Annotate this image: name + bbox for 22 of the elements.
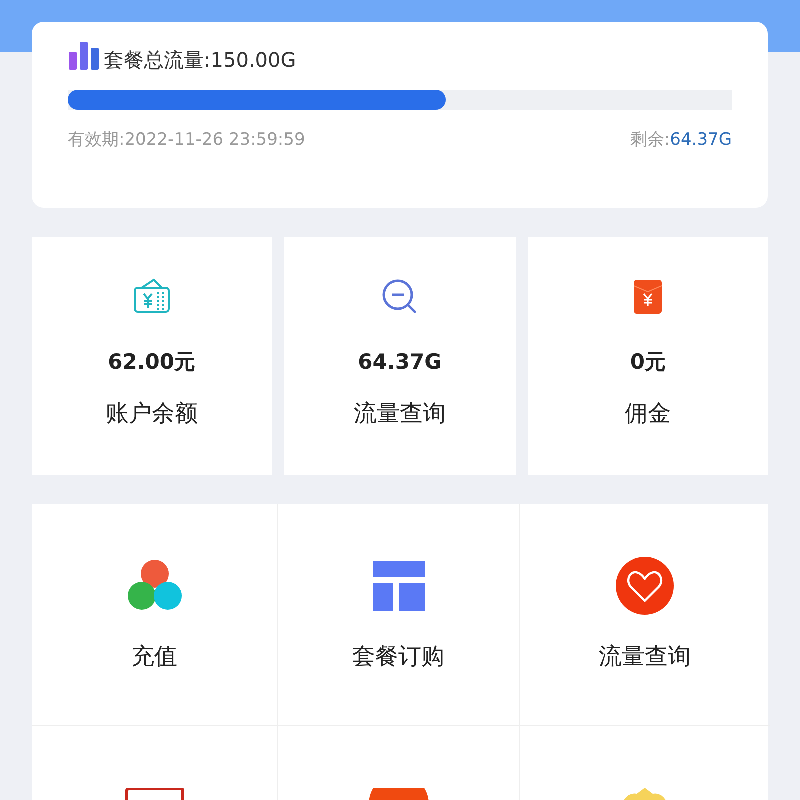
stat-card[interactable]: 0元 佣金 xyxy=(528,237,768,475)
layout-icon xyxy=(372,561,424,611)
menu-label: 充值 xyxy=(132,643,178,672)
envelope-icon xyxy=(634,280,662,314)
stat-label: 账户余额 xyxy=(106,400,198,428)
stat-label: 佣金 xyxy=(625,400,672,428)
menu-item[interactable]: 流量查询 xyxy=(520,504,770,726)
validity-text: 有效期:2022-11-26 23:59:59 xyxy=(68,129,306,152)
stat-card[interactable]: 64.37G 流量查询 xyxy=(284,237,516,475)
menu-label: 套餐订购 xyxy=(352,643,444,672)
menu-label: 流量查询 xyxy=(599,643,691,672)
menu-item[interactable]: 充值 xyxy=(32,504,278,726)
plan-title: 套餐总流量:150.00G xyxy=(104,50,296,70)
stat-value: 64.37G xyxy=(358,349,442,376)
menu-item[interactable]: 套餐订购 xyxy=(278,504,520,726)
bar-chart-icon xyxy=(68,42,100,70)
stat-label: 流量查询 xyxy=(354,400,446,428)
ticket-icon xyxy=(132,278,172,316)
stat-card[interactable]: 62.00元 账户余额 xyxy=(32,237,272,475)
stat-value: 62.00元 xyxy=(108,349,196,376)
remaining-text: 剩余:64.37G xyxy=(630,129,732,152)
stat-value: 0元 xyxy=(630,349,666,376)
